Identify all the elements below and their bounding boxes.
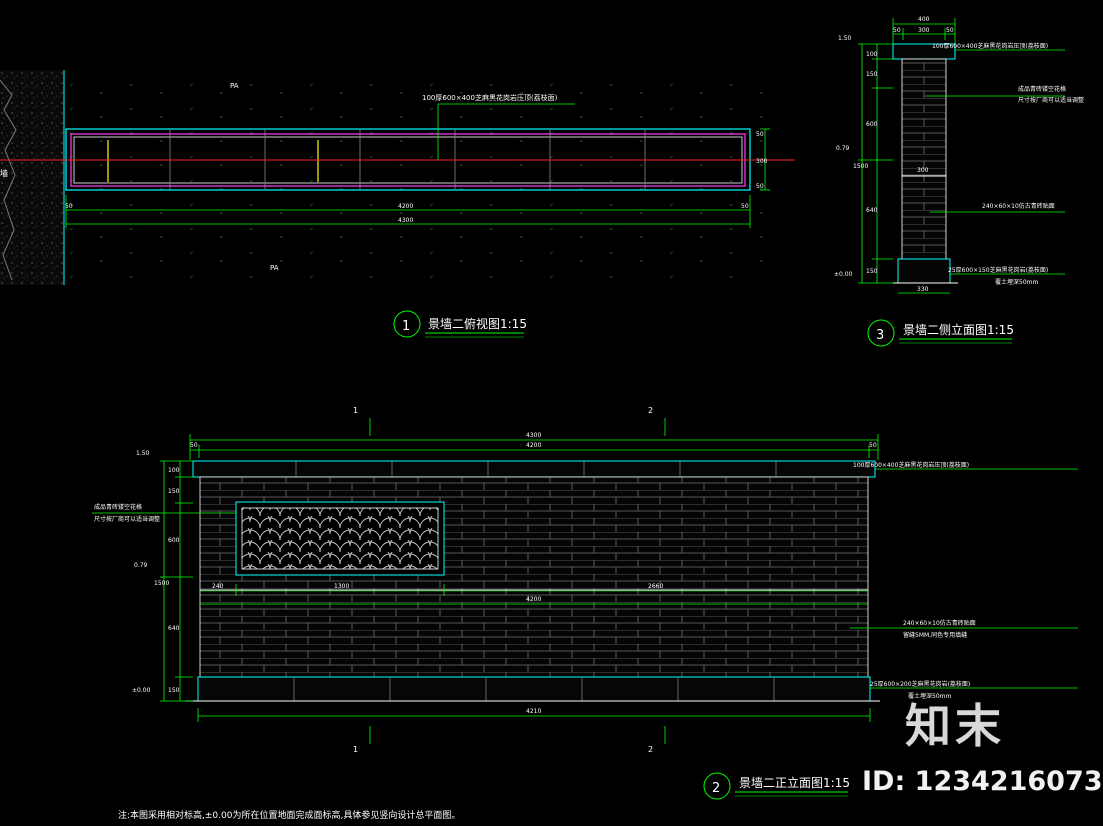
side-wall-body — [901, 58, 947, 260]
side-dim-top-b: 300 — [918, 27, 930, 34]
front-title-number: 2 — [712, 781, 720, 796]
side-inner-dim: 300 — [917, 167, 929, 174]
plan-left-paving — [0, 70, 64, 285]
front-dim-bottom: 4210 — [526, 708, 541, 715]
side-note-soil: 覆土埋深50mm — [995, 278, 1038, 286]
front-level-bottom: ±0.00 — [132, 687, 151, 694]
front-base — [197, 676, 871, 702]
side-bottom-dim: 330 — [917, 286, 929, 293]
side-dim-h3: 600 — [866, 121, 878, 128]
watermark-image-id: ID: 1234216073 — [862, 766, 1103, 797]
front-level-top: 1.50 — [136, 450, 150, 457]
side-dim-h4: 1500 — [853, 163, 868, 170]
front-dim-h2: 150 — [168, 488, 180, 495]
plan-material-note: 100厚600×400芝麻黑花岗岩压顶(荔枝面) — [422, 93, 558, 102]
plan-title-number: 1 — [402, 319, 410, 334]
front-dim-top-outer: 4300 — [526, 432, 541, 439]
front-note-base: 25厚600×200芝麻黑花岗岩(荔枝面) — [870, 680, 970, 688]
plan-dim-left: 50 — [65, 203, 73, 210]
side-base — [897, 258, 951, 284]
side-dim-h1: 100 — [866, 51, 878, 58]
plan-pa-top: PA — [230, 82, 239, 90]
front-axis-2-top: 2 — [648, 406, 653, 415]
plan-left-edge-label: 墙 — [0, 168, 8, 178]
side-title: 景墙二侧立面图1:15 — [903, 322, 1014, 337]
side-dim-top-c: 50 — [946, 27, 954, 34]
side-level-bottom: ±0.00 — [834, 271, 853, 278]
front-dim-top-inner: 4200 — [526, 442, 541, 449]
watermark-brand: 知末 — [905, 699, 1005, 753]
front-dim-h3: 600 — [168, 537, 180, 544]
front-axis-1-top: 1 — [353, 406, 358, 415]
plan-dim-outer: 4300 — [398, 217, 413, 224]
front-note-panel-2: 尺寸按厂商可以适当调整 — [94, 515, 160, 523]
plan-dim-side-a: 50 — [756, 131, 764, 138]
plan-dim-side-c: 50 — [756, 183, 764, 190]
plan-dim-right: 50 — [741, 203, 749, 210]
plan-view: 墙 PA PA 100厚600×400芝麻黑花岗岩压顶(荔枝面) 50 300 … — [0, 70, 795, 338]
front-lattice-panel — [241, 507, 439, 570]
side-note-panel-2: 尺寸按厂商可以适当调整 — [1018, 96, 1084, 104]
front-note-brick-2: 留缝5MM,同色专用填缝 — [903, 631, 967, 639]
side-title-number: 3 — [876, 328, 884, 343]
plan-dim-side-b: 300 — [756, 158, 768, 165]
front-level-mid: 0.79 — [134, 562, 148, 569]
side-level-top: 1.50 — [838, 35, 852, 42]
front-axis-2-bottom: 2 — [648, 745, 653, 754]
side-note-brick: 240×60×10仿古青砖贴面 — [982, 202, 1055, 210]
front-note-panel-1: 成品青砖镂空花格 — [94, 503, 142, 511]
side-dim-h6: 150 — [866, 268, 878, 275]
front-dim-top-left: 50 — [190, 442, 198, 449]
side-note-panel-1: 成品青砖镂空花格 — [1018, 85, 1066, 93]
plan-dim-inner: 4200 — [398, 203, 413, 210]
side-note-base: 25厚600×150芝麻黑花岗岩(荔枝面) — [948, 266, 1048, 274]
front-dim-h6: 150 — [168, 687, 180, 694]
footer-note: 注:本图采用相对标高,±0.00为所在位置地面完成面标高,具体参见竖向设计总平面… — [118, 809, 460, 821]
side-dim-h5: 640 — [866, 207, 878, 214]
front-note-brick-1: 240×60×10仿古青砖贴面 — [903, 619, 976, 627]
front-cap — [192, 460, 876, 478]
front-title: 景墙二正立面图1:15 — [739, 775, 850, 790]
side-dim-top-total: 400 — [918, 16, 930, 23]
front-dim-h4: 1500 — [154, 580, 169, 587]
front-dim-top-right: 50 — [869, 442, 877, 449]
side-elevation: 400 50 300 50 300 330 1.50 0.79 ±0.00 10… — [834, 16, 1084, 347]
side-level-mid: 0.79 — [836, 145, 850, 152]
front-dim-seg-c: 2660 — [648, 583, 663, 590]
side-dim-top-a: 50 — [893, 27, 901, 34]
plan-title: 景墙二俯视图1:15 — [428, 316, 527, 331]
side-note-cap: 100厚600×400芝麻黑花岗岩压顶(荔枝面) — [932, 42, 1048, 50]
plan-pa-bottom: PA — [270, 264, 279, 272]
front-dim-h5: 640 — [168, 625, 180, 632]
front-axis-1-bottom: 1 — [353, 745, 358, 754]
front-dim-seg-a: 240 — [212, 583, 224, 590]
front-note-cap: 100厚600×400芝麻黑花岗岩压顶(荔枝面) — [853, 461, 969, 469]
side-dim-h2: 150 — [866, 71, 878, 78]
plan-planting-hatch — [0, 72, 770, 282]
front-dim-seg-b: 1300 — [334, 583, 349, 590]
front-dim-h1: 100 — [168, 467, 180, 474]
front-dim-mid-total: 4200 — [526, 596, 541, 603]
